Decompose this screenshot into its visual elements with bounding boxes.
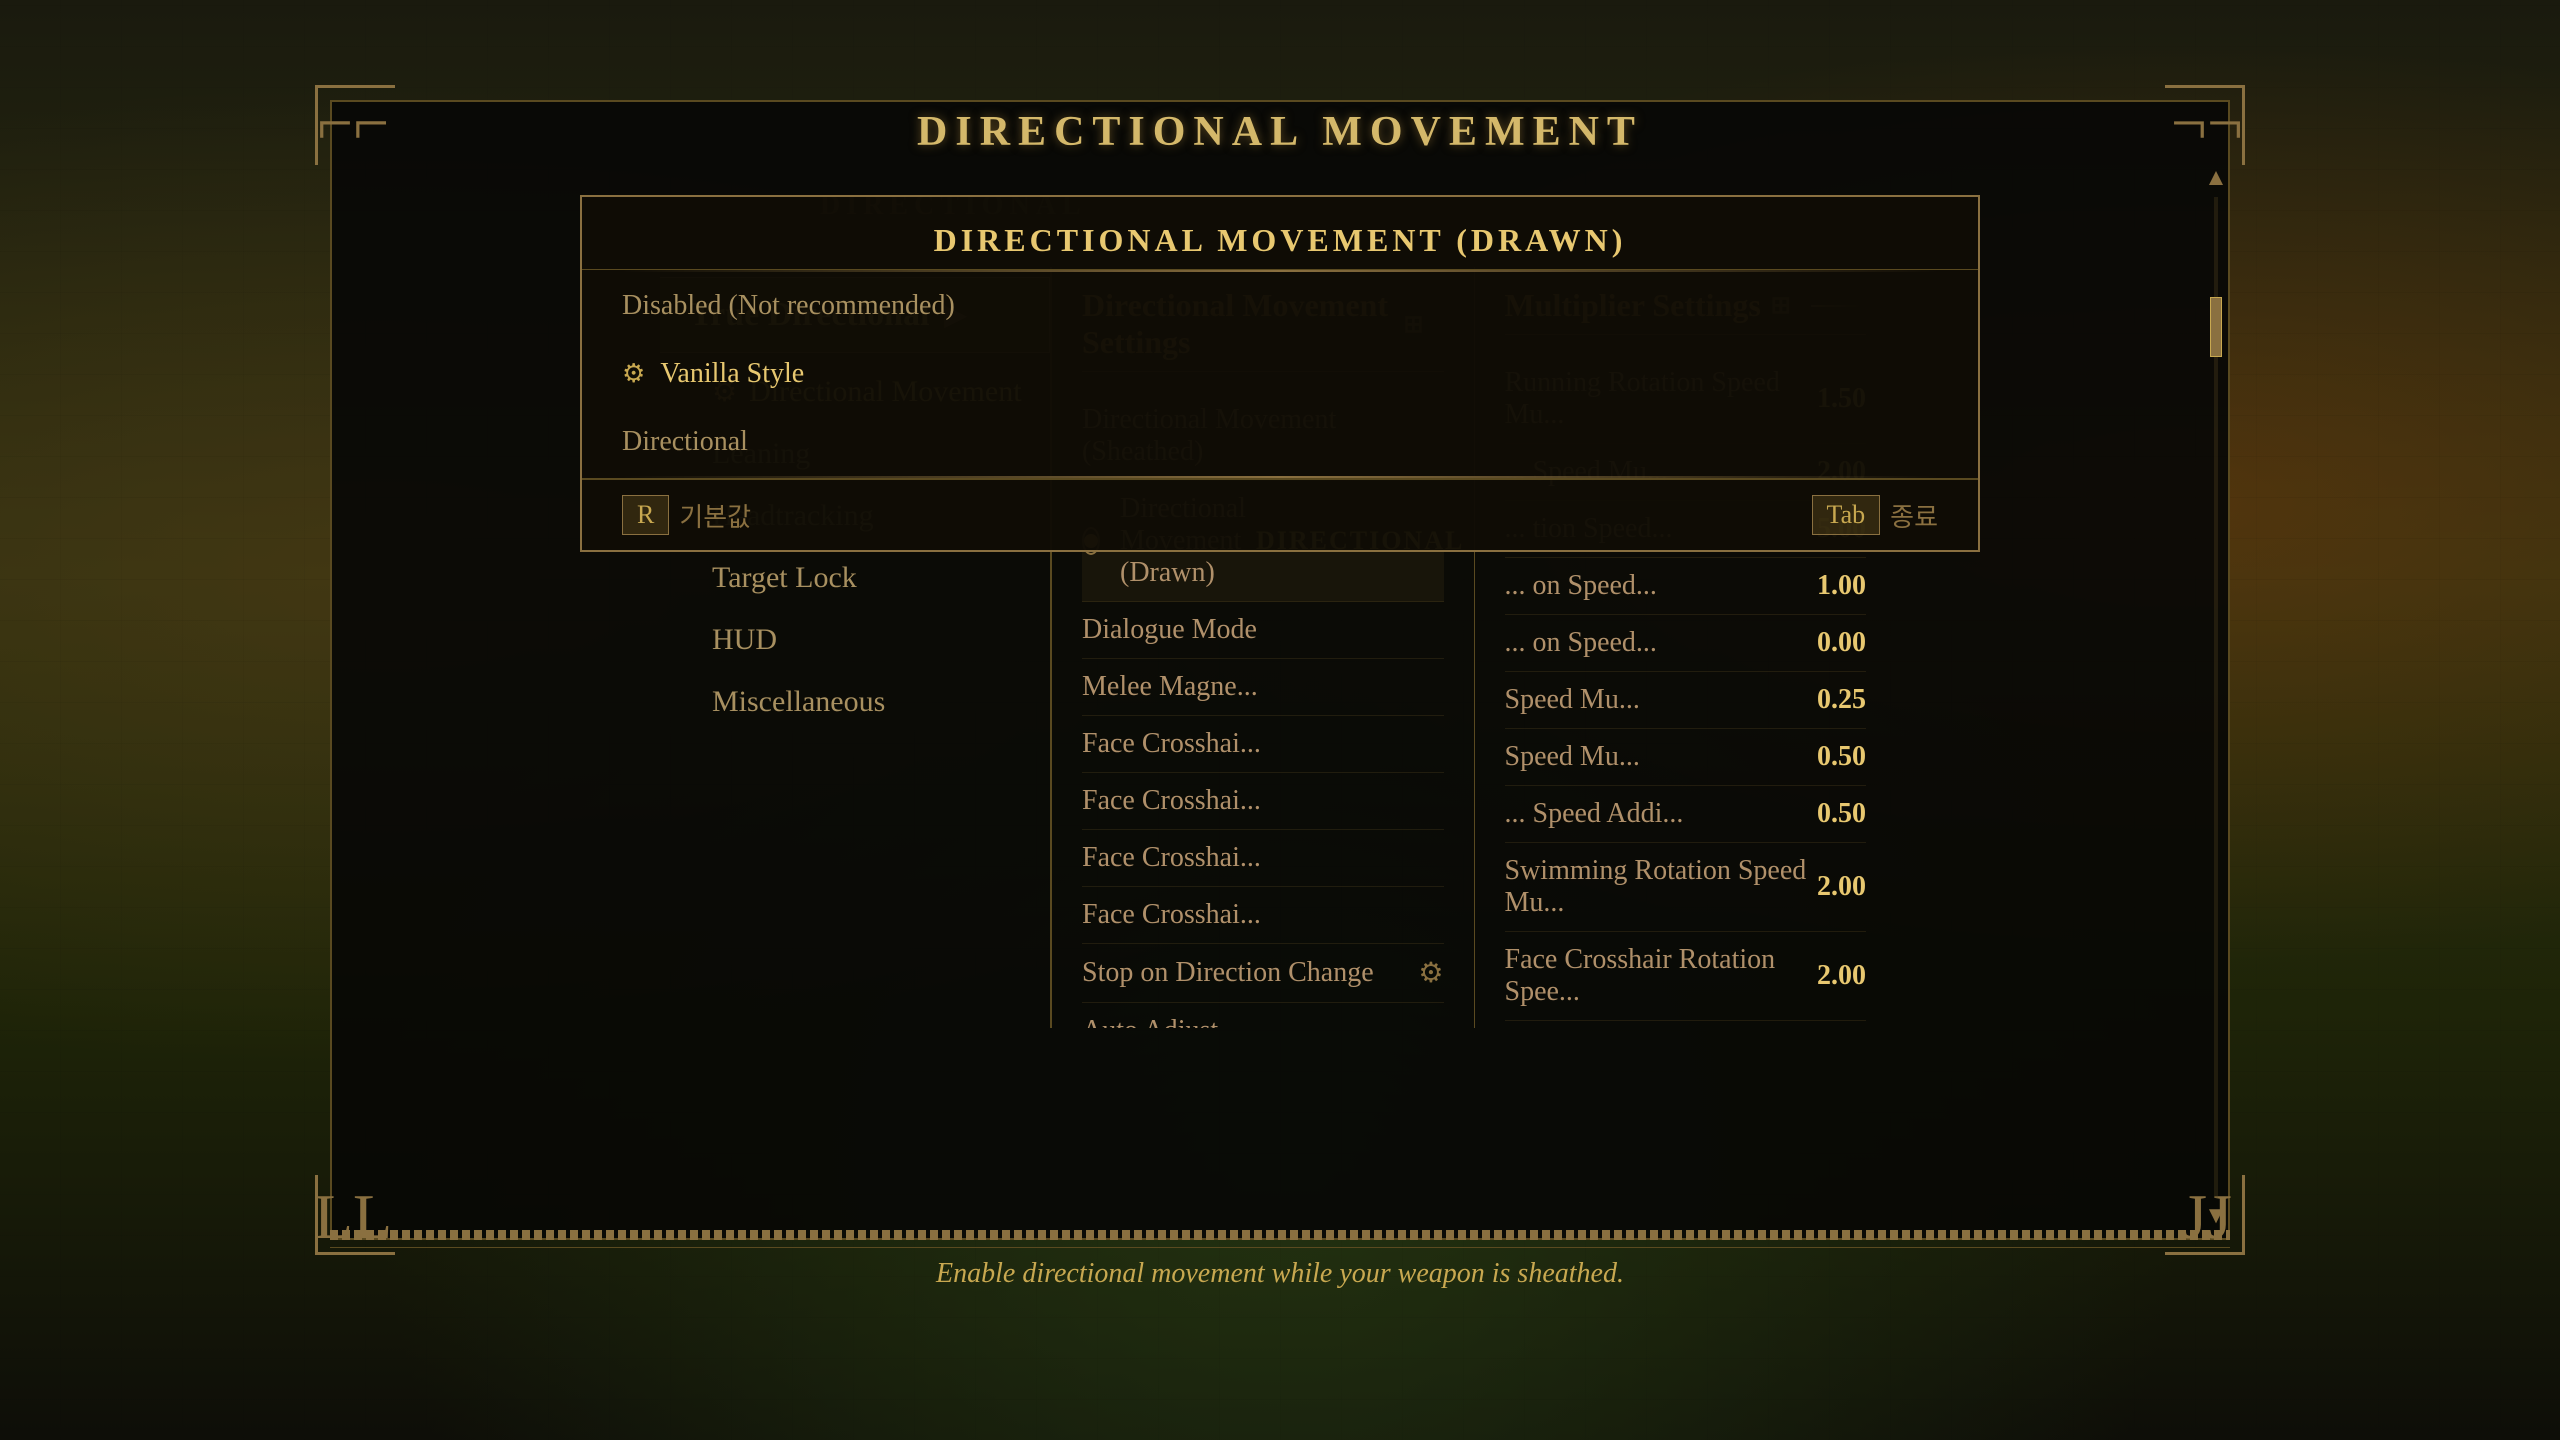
setting-label-speed-mu-025: Speed Mu... <box>1505 684 1640 716</box>
scroll-thumb[interactable] <box>2210 297 2222 357</box>
setting-label-speed-addi: ... Speed Addi... <box>1505 798 1684 830</box>
close-key-badge[interactable]: Tab <box>1812 495 1881 535</box>
setting-row-speed-mu-050[interactable]: Speed Mu... 0.50 <box>1505 729 1867 786</box>
setting-label-crosshair3: Face Crosshai... <box>1082 842 1261 874</box>
sidebar-item-target-lock[interactable]: Target Lock <box>662 547 1050 609</box>
setting-label-dialogue: Dialogue Mode <box>1082 614 1257 646</box>
setting-row-on-speed1[interactable]: ... on Speed... 1.00 <box>1505 558 1867 615</box>
footer-close: Tab 종료 <box>1812 495 1938 535</box>
dropdown-option-vanilla[interactable]: ⚙ Vanilla Style <box>582 340 1978 408</box>
setting-row-auto-camera[interactable]: Auto Adjust Camera ◀ DISABLE <box>1082 1003 1444 1028</box>
setting-row-on-speed2[interactable]: ... on Speed... 0.00 <box>1505 615 1867 672</box>
page-title: DIRECTIONAL MOVEMENT <box>917 108 1643 156</box>
setting-label-melee: Melee Magne... <box>1082 671 1258 703</box>
setting-label-stop-direction: Stop on Direction Change <box>1082 957 1374 989</box>
setting-value-speed-mu-050: 0.50 <box>1817 741 1866 773</box>
sidebar-label-misc: Miscellaneous <box>712 685 885 719</box>
dropdown-option-disabled[interactable]: Disabled (Not recommended) <box>582 272 1978 340</box>
reset-key-badge[interactable]: R <box>622 495 669 535</box>
corner-bracket-tl: ⌐⌐ <box>308 78 398 168</box>
dropdown-label-disabled: Disabled (Not recommended) <box>622 290 955 322</box>
status-bar: Enable directional movement while your w… <box>330 1247 2230 1300</box>
setting-value-speed-mu-025: 0.25 <box>1817 684 1866 716</box>
scroll-down-arrow[interactable]: ▼ <box>2204 1203 2228 1230</box>
setting-row-swimming-rot[interactable]: Swimming Rotation Speed Mu... 2.00 <box>1505 843 1867 932</box>
setting-value-face-crosshair-rot: 2.00 <box>1817 960 1866 992</box>
setting-row-dialogue[interactable]: Dialogue Mode <box>1082 602 1444 659</box>
sidebar-item-miscellaneous[interactable]: Miscellaneous <box>662 671 1050 733</box>
dropdown-option-directional[interactable]: Directional <box>582 408 1978 476</box>
setting-label-face-crosshair-rot: Face Crosshair Rotation Spee... <box>1505 944 1818 1008</box>
setting-value-swimming-rot: 2.00 <box>1817 871 1866 903</box>
setting-value-on-speed2: 0.00 <box>1817 627 1866 659</box>
gear-icon-vanilla: ⚙ <box>622 359 645 389</box>
setting-row-crosshair-2[interactable]: Face Crosshai... <box>1082 773 1444 830</box>
setting-icon-stop: ⚙ <box>1418 956 1443 990</box>
setting-label-on-speed2: ... on Speed... <box>1505 627 1657 659</box>
setting-row-crosshair-4[interactable]: Face Crosshai... <box>1082 887 1444 944</box>
dropdown-label-directional: Directional <box>622 426 748 458</box>
sidebar-label-hud: HUD <box>712 623 777 657</box>
scrollbar: ▲ ▼ <box>2206 165 2226 1230</box>
setting-label-crosshair1: Face Crosshai... <box>1082 728 1261 760</box>
sidebar-label-targetlock: Target Lock <box>712 561 857 595</box>
setting-row-speed-addi[interactable]: ... Speed Addi... 0.50 <box>1505 786 1867 843</box>
setting-label-auto-camera: Auto Adjust Camera <box>1082 1015 1300 1028</box>
footer-reset: R 기본값 <box>622 495 751 535</box>
setting-row-face-crosshair-instant[interactable]: Face Crosshair Instantly ◇ <box>1505 1021 1867 1028</box>
corner-bracket-tr: ¬¬ <box>2162 78 2252 168</box>
status-text: Enable directional movement while your w… <box>936 1258 1624 1289</box>
dropdown-footer: R 기본값 Tab 종료 <box>582 478 1978 550</box>
scroll-up-arrow[interactable]: ▲ <box>2204 165 2228 192</box>
dropdown-title: DIRECTIONAL MOVEMENT (DRAWN) <box>582 197 1978 270</box>
setting-row-melee[interactable]: Melee Magne... <box>1082 659 1444 716</box>
setting-row-stop-direction[interactable]: Stop on Direction Change ⚙ <box>1082 944 1444 1003</box>
reset-key-label: 기본값 <box>679 497 751 534</box>
setting-value-on-speed1: 1.00 <box>1817 570 1866 602</box>
setting-label-on-speed1: ... on Speed... <box>1505 570 1657 602</box>
setting-value-speed-addi: 0.50 <box>1817 798 1866 830</box>
setting-label-speed-mu-050: Speed Mu... <box>1505 741 1640 773</box>
scroll-track <box>2214 197 2218 1198</box>
dropdown-overlay: DIRECTIONAL MOVEMENT (DRAWN) Disabled (N… <box>580 195 1980 552</box>
close-key-label: 종료 <box>1890 497 1938 534</box>
setting-label-crosshair2: Face Crosshai... <box>1082 785 1261 817</box>
setting-row-crosshair-1[interactable]: Face Crosshai... <box>1082 716 1444 773</box>
setting-row-crosshair-3[interactable]: Face Crosshai... <box>1082 830 1444 887</box>
setting-row-face-crosshair-rot[interactable]: Face Crosshair Rotation Spee... 2.00 <box>1505 932 1867 1021</box>
setting-label-swimming-rot: Swimming Rotation Speed Mu... <box>1505 855 1818 919</box>
setting-row-speed-mu-025[interactable]: Speed Mu... 0.25 <box>1505 672 1867 729</box>
sidebar-item-hud[interactable]: HUD <box>662 609 1050 671</box>
setting-label-crosshair4: Face Crosshai... <box>1082 899 1261 931</box>
dropdown-label-vanilla: Vanilla Style <box>660 358 804 390</box>
bottom-decorative-line <box>330 1230 2230 1240</box>
